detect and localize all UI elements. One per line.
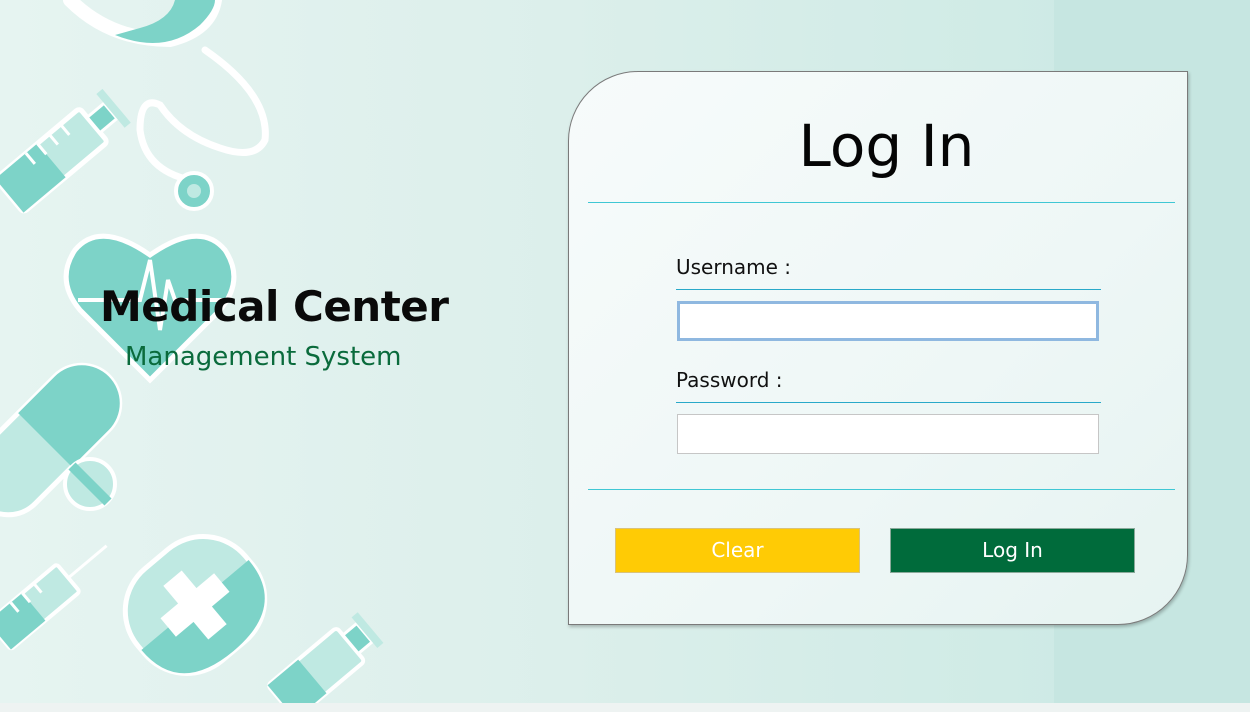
password-label: Password : — [676, 368, 783, 392]
vaccine-syringe-icon — [0, 544, 108, 651]
login-screen: Medical Center Management System Log In … — [0, 0, 1250, 712]
app-title: Medical Center — [100, 282, 449, 331]
heading-divider — [588, 202, 1175, 203]
medical-bag-icon — [122, 534, 268, 676]
vial-icon — [267, 612, 384, 703]
pill-capsule-icon — [0, 362, 123, 518]
username-label: Username : — [676, 255, 792, 279]
stethoscope-icon — [63, 0, 269, 211]
buttons-divider — [588, 489, 1175, 490]
password-label-rule — [676, 402, 1101, 403]
app-subtitle: Management System — [125, 342, 402, 372]
bottom-strip — [0, 703, 1250, 712]
username-label-rule — [676, 289, 1101, 290]
login-card: Log In Username : Password : Clear Log I… — [568, 71, 1188, 625]
syringe-icon — [0, 88, 131, 214]
login-heading: Log In — [798, 112, 975, 180]
password-input[interactable] — [677, 414, 1099, 454]
clear-button[interactable]: Clear — [615, 528, 860, 573]
login-button[interactable]: Log In — [890, 528, 1135, 573]
pill-tablet-icon — [63, 457, 117, 511]
username-input[interactable] — [677, 301, 1099, 341]
